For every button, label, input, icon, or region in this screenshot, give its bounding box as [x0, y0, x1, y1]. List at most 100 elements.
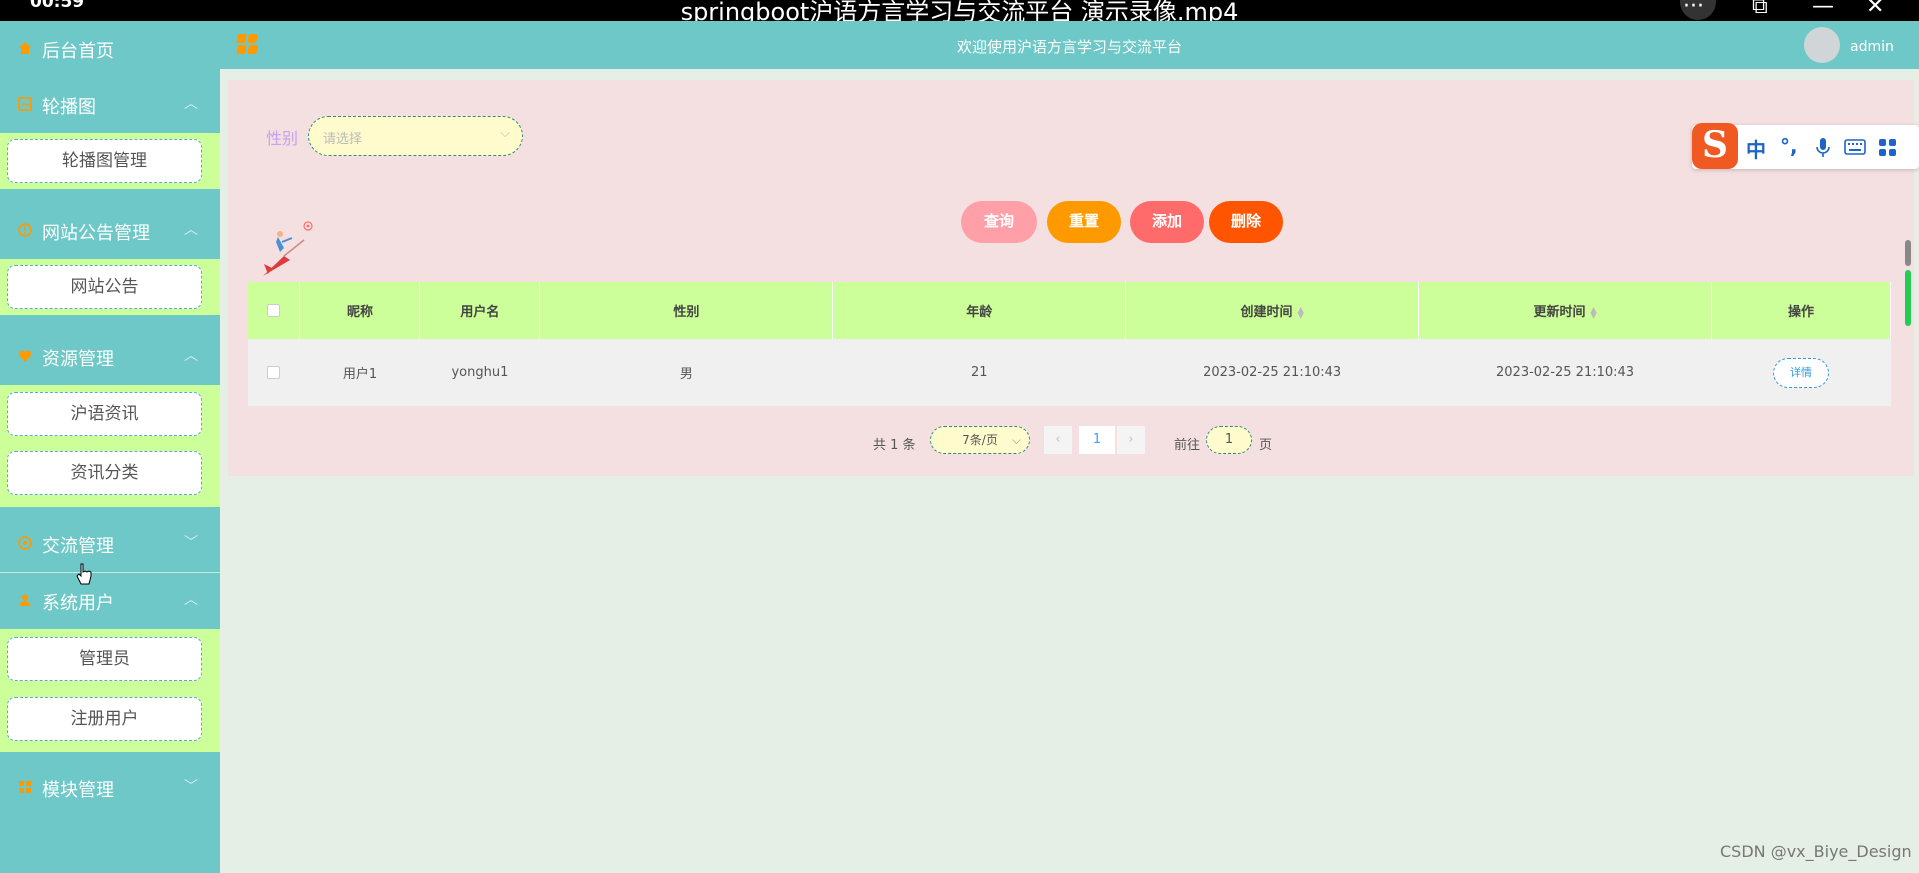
chevron-down-icon: ﹀	[184, 779, 198, 795]
grid-icon	[19, 781, 31, 793]
detail-button[interactable]: 详情	[1773, 357, 1829, 388]
video-player-bar: 00:59 springboot沪语方言学习与交流平台 演示录像.mp4 ···…	[0, 0, 1919, 26]
cell-updated: 2023-02-25 21:10:43	[1418, 339, 1712, 406]
sidebar-group-resources[interactable]: 资源管理 ︿	[0, 329, 220, 385]
add-button[interactable]: 添加	[1130, 201, 1204, 243]
sidebar-item-label: 后台首页	[42, 41, 114, 62]
sidebar-group-label: 模块管理	[42, 780, 114, 801]
sidebar-group-label: 轮播图	[42, 97, 96, 118]
cell-nickname: 用户1	[299, 339, 420, 406]
sidebar-group-label: 资源管理	[42, 349, 114, 370]
query-button[interactable]: 查询	[961, 201, 1037, 243]
user-name[interactable]: admin	[1850, 39, 1894, 55]
apps-icon[interactable]	[1878, 138, 1898, 158]
avatar[interactable]	[1804, 27, 1840, 63]
prev-page-button[interactable]: ‹	[1044, 426, 1072, 454]
column-header: 昵称	[299, 282, 421, 339]
total-count: 共 1 条	[873, 438, 916, 453]
sort-icon[interactable]: ▲ ▼	[1298, 305, 1304, 319]
table-header-row: 昵称 用户名 性别 年龄 创建时间 ▲ ▼ 更新时间 ▲ ▼ 操作	[248, 282, 1891, 339]
sidebar-item-home[interactable]: 后台首页	[0, 21, 220, 77]
cell-username: yonghu1	[419, 339, 540, 406]
next-page-button[interactable]: ›	[1117, 426, 1145, 454]
ime-toolbar: S 中 °,	[1692, 123, 1919, 169]
delete-button[interactable]: 删除	[1209, 201, 1283, 243]
cell-age: 21	[832, 339, 1126, 406]
ime-punct-toggle[interactable]: °,	[1780, 134, 1798, 158]
submenu-notice: 网站公告	[0, 259, 220, 315]
submenu-resources: 沪语资讯 资讯分类	[0, 385, 220, 507]
watermark: CSDN @vx_Biye_Design	[1720, 842, 1912, 861]
user-icon	[19, 594, 31, 606]
current-page[interactable]: 1	[1079, 426, 1115, 454]
sogou-logo-icon[interactable]: S	[1692, 123, 1738, 169]
top-header: 欢迎使用沪语方言学习与交流平台 admin	[220, 21, 1919, 69]
chat-icon	[18, 536, 32, 550]
gender-filter-label: 性别	[266, 129, 299, 148]
heart-icon	[18, 350, 32, 362]
chevron-down-icon: ⌵	[500, 126, 510, 141]
sidebar-group-communication[interactable]: 交流管理 ﹀	[0, 516, 220, 572]
sidebar-item-carousel-manage[interactable]: 轮播图管理	[7, 139, 202, 183]
chevron-down-icon: ⌵	[1011, 433, 1021, 447]
sidebar-item-news-category[interactable]: 资讯分类	[7, 451, 202, 495]
sidebar-group-label: 系统用户	[42, 593, 114, 614]
row-checkbox[interactable]	[267, 366, 281, 379]
select-all-checkbox[interactable]	[267, 304, 281, 317]
user-table: 昵称 用户名 性别 年龄 创建时间 ▲ ▼ 更新时间 ▲ ▼ 操作 用户1 yonghu…	[248, 282, 1891, 406]
minimize-icon[interactable]: —	[1812, 0, 1834, 19]
cell-created: 2023-02-25 21:10:43	[1125, 339, 1419, 406]
sidebar-item-news[interactable]: 沪语资讯	[7, 392, 202, 436]
row-select-cell	[248, 339, 300, 406]
sidebar-group-label: 网站公告管理	[42, 223, 150, 244]
chevron-up-icon: ︿	[184, 348, 198, 364]
home-icon	[19, 42, 31, 54]
mic-icon[interactable]	[1816, 137, 1830, 159]
more-icon[interactable]: ···	[1683, 0, 1704, 19]
page-size-select[interactable]: 7条/页 ⌵	[930, 426, 1030, 454]
rocket-illustration-icon	[263, 221, 313, 276]
notice-icon	[18, 223, 32, 237]
gender-select[interactable]: 请选择 ⌵	[308, 116, 523, 156]
column-header-sortable[interactable]: 更新时间 ▲ ▼	[1418, 282, 1712, 339]
scrollbar-thumb[interactable]	[1905, 270, 1911, 326]
column-header: 性别	[539, 282, 834, 339]
cell-actions: 详情	[1711, 339, 1891, 406]
submenu-system-users: 管理员 注册用户	[0, 629, 220, 752]
chevron-down-icon: ﹀	[184, 535, 198, 551]
sidebar-group-notice[interactable]: 网站公告管理 ︿	[0, 203, 220, 259]
sidebar-group-label: 交流管理	[42, 536, 114, 557]
reset-button[interactable]: 重置	[1047, 201, 1121, 243]
column-header: 操作	[1711, 282, 1891, 339]
ime-lang-toggle[interactable]: 中	[1746, 134, 1766, 163]
close-icon[interactable]: ✕	[1866, 0, 1884, 19]
page-size-value: 7条/页	[962, 433, 998, 447]
column-header-sortable[interactable]: 创建时间 ▲ ▼	[1125, 282, 1420, 339]
sidebar-item-registered-users[interactable]: 注册用户	[7, 697, 202, 741]
submenu-carousel: 轮播图管理	[0, 133, 220, 189]
column-header-label: 更新时间	[1533, 305, 1586, 320]
select-all-header	[248, 282, 301, 339]
chevron-up-icon: ︿	[184, 96, 198, 112]
column-header-label: 创建时间	[1240, 305, 1293, 320]
column-header: 年龄	[832, 282, 1127, 339]
page-title: 欢迎使用沪语方言学习与交流平台	[956, 38, 1182, 56]
goto-page-input[interactable]: 1	[1206, 426, 1252, 454]
sidebar: 后台首页 轮播图 ︿ 轮播图管理 网站公告管理 ︿ 网站公告 资源管理 ︿ 沪语…	[0, 21, 220, 873]
sidebar-group-modules[interactable]: 模块管理 ﹀	[0, 760, 220, 816]
cell-gender: 男	[539, 339, 833, 406]
sidebar-item-admins[interactable]: 管理员	[7, 637, 202, 681]
pagination: 共 1 条 7条/页 ⌵ ‹ 1 › 前往 1 页	[228, 426, 1914, 456]
goto-label: 前往	[1174, 438, 1201, 453]
sidebar-group-carousel[interactable]: 轮播图 ︿	[0, 77, 220, 133]
column-header: 用户名	[419, 282, 541, 339]
sidebar-group-system-users[interactable]: 系统用户 ︿	[0, 573, 220, 629]
keyboard-icon[interactable]	[1844, 139, 1866, 155]
mouse-cursor-icon	[76, 563, 92, 585]
page-suffix-label: 页	[1259, 438, 1273, 453]
pip-icon[interactable]: ⧉	[1752, 0, 1768, 19]
select-placeholder: 请选择	[323, 132, 363, 147]
sort-icon[interactable]: ▲ ▼	[1590, 305, 1596, 319]
scrollbar-track[interactable]	[1905, 240, 1911, 266]
sidebar-item-notice[interactable]: 网站公告	[7, 265, 202, 309]
